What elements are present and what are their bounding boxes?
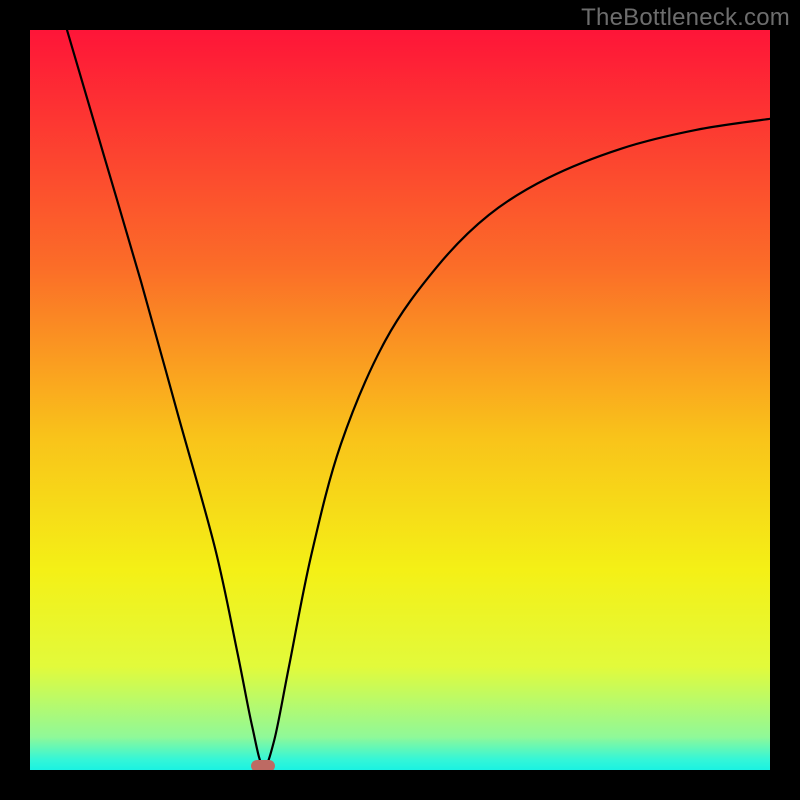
plot-area [30, 30, 770, 770]
bottleneck-curve [30, 30, 770, 770]
min-marker [251, 760, 275, 770]
chart-container: TheBottleneck.com [0, 0, 800, 800]
watermark-text: TheBottleneck.com [581, 4, 790, 32]
